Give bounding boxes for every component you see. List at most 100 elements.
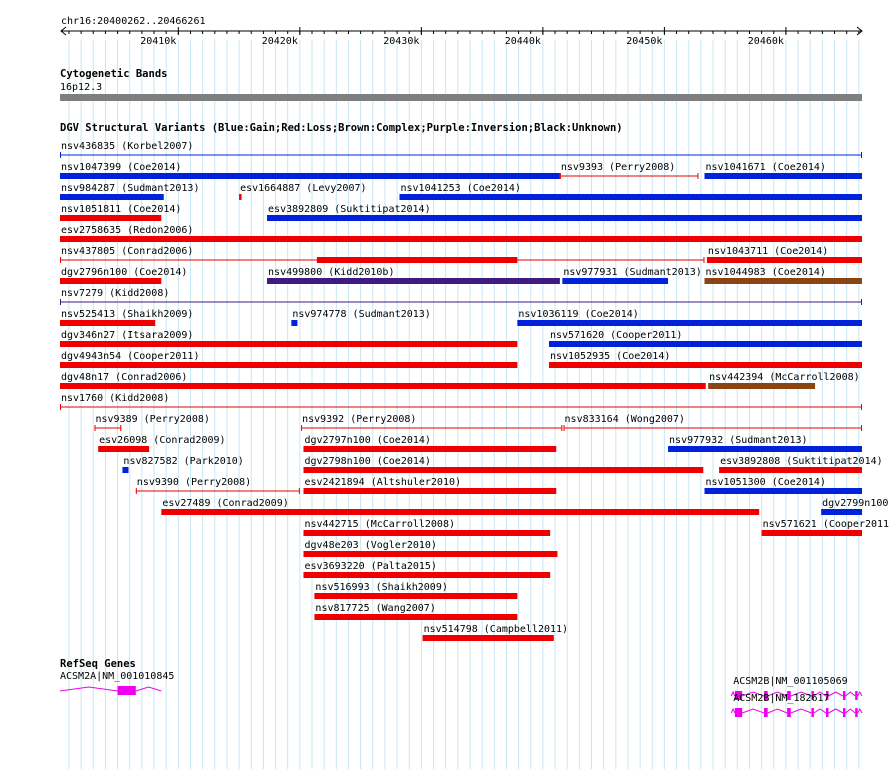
dgv-variant-bar[interactable] <box>706 257 862 263</box>
dgv-variant[interactable]: nsv977932 (Sudmant2013) <box>668 435 862 452</box>
dgv-variant-bar[interactable] <box>122 467 129 473</box>
dgv-variant[interactable]: nsv571620 (Cooper2011) <box>548 330 862 347</box>
dgv-variant[interactable]: nsv442394 (McCarroll2008) <box>708 372 860 389</box>
dgv-variant-label: nsv1052935 (Coe2014) <box>550 351 670 362</box>
dgv-variant[interactable]: nsv977931 (Sudmant2013) <box>562 267 702 284</box>
refseq-gene[interactable]: ACSM2B|NM_182617 <box>730 693 863 717</box>
dgv-variant-bar[interactable] <box>761 530 862 536</box>
dgv-variant[interactable]: dgv48n17 (Conrad2006) <box>60 372 706 389</box>
dgv-variant-bar[interactable] <box>303 572 551 578</box>
refseq-exon <box>734 708 743 717</box>
dgv-variant-bar[interactable] <box>548 362 862 368</box>
dgv-variant-bar[interactable] <box>303 467 704 473</box>
dgv-variant-bar[interactable] <box>303 446 557 452</box>
refseq-intron <box>767 708 788 714</box>
dgv-variant-bar[interactable] <box>719 467 862 473</box>
dgv-variant-bar[interactable] <box>60 383 706 389</box>
dgv-variant-bar[interactable] <box>303 488 557 494</box>
dgv-variant-bar[interactable] <box>548 341 862 347</box>
dgv-variant[interactable]: dgv2799n100 <box>821 498 888 515</box>
dgv-variant-label: esv3693220 (Palta2015) <box>304 561 436 572</box>
dgv-variant[interactable]: nsv525413 (Shaikh2009) <box>60 309 193 326</box>
dgv-variant-bar[interactable] <box>267 215 862 221</box>
dgv-variant[interactable]: nsv1051300 (Coe2014) <box>704 477 862 494</box>
dgv-variant-bar[interactable] <box>314 614 518 620</box>
dgv-variant-label: dgv48e203 (Vogler2010) <box>304 540 436 551</box>
dgv-variant[interactable]: nsv1760 (Kidd2008) <box>60 393 862 410</box>
dgv-variant-label: nsv1041671 (Coe2014) <box>706 162 826 173</box>
dgv-variant-bar[interactable] <box>60 278 162 284</box>
dgv-variant-bar[interactable] <box>562 278 669 284</box>
dgv-variant[interactable]: dgv4943n54 (Cooper2011) <box>60 351 518 368</box>
refseq-exon <box>855 708 858 717</box>
dgv-variant-bar[interactable] <box>60 320 156 326</box>
dgv-variant-bar[interactable] <box>303 551 558 557</box>
dgv-variant[interactable]: nsv817725 (Wang2007) <box>314 603 518 620</box>
dgv-variant-bar[interactable] <box>517 320 862 326</box>
dgv-variant-bar[interactable] <box>98 446 150 452</box>
dgv-variant-bar[interactable] <box>708 383 816 389</box>
dgv-variant-bar[interactable] <box>821 509 862 515</box>
dgv-variant[interactable]: nsv499800 (Kidd2010b) <box>267 267 560 284</box>
dgv-variant-bar[interactable] <box>60 215 162 221</box>
dgv-variant[interactable]: nsv1052935 (Coe2014) <box>548 351 862 368</box>
cytoband-bar[interactable] <box>60 94 862 101</box>
dgv-variant[interactable]: dgv48e203 (Vogler2010) <box>303 540 558 557</box>
dgv-variant-label: nsv817725 (Wang2007) <box>315 603 435 614</box>
dgv-variant-bar[interactable] <box>316 257 518 263</box>
dgv-variant[interactable]: nsv9392 (Perry2008) <box>301 414 563 431</box>
dgv-variant[interactable]: nsv571621 (Cooper2011) <box>761 519 890 536</box>
dgv-variant-bar[interactable] <box>60 362 518 368</box>
dgv-variant-label: nsv442394 (McCarroll2008) <box>709 372 860 383</box>
dgv-variant[interactable]: esv3892808 (Suktitipat2014) <box>719 456 883 473</box>
dgv-variant[interactable]: dgv2798n100 (Coe2014) <box>303 456 704 473</box>
dgv-variant[interactable]: nsv7279 (Kidd2008) <box>60 288 862 305</box>
dgv-variant[interactable]: esv3693220 (Palta2015) <box>303 561 551 578</box>
dgv-variant-bar[interactable] <box>314 593 518 599</box>
dgv-variant-bar[interactable] <box>60 341 518 347</box>
dgv-variant-bar[interactable] <box>60 173 560 179</box>
refseq-track-title: RefSeq Genes <box>60 658 136 670</box>
dgv-variant[interactable]: nsv9389 (Perry2008) <box>94 414 210 431</box>
dgv-variant-bar[interactable] <box>239 194 242 200</box>
dgv-variant-bar[interactable] <box>422 635 554 641</box>
dgv-variant-label: nsv1043711 (Coe2014) <box>708 246 828 257</box>
dgv-variant-bar[interactable] <box>704 488 862 494</box>
dgv-variant-bar[interactable] <box>267 278 560 284</box>
dgv-variant-bar[interactable] <box>303 530 551 536</box>
dgv-variant[interactable]: dgv346n27 (Itsara2009) <box>60 330 518 347</box>
dgv-variant-bar[interactable] <box>399 194 862 200</box>
dgv-variant[interactable]: esv2758635 (Redon2006) <box>60 225 862 242</box>
dgv-variant[interactable]: nsv1051811 (Coe2014) <box>60 204 181 221</box>
dgv-variant-bar[interactable] <box>668 446 862 452</box>
dgv-variant-label: nsv9389 (Perry2008) <box>95 414 209 425</box>
dgv-variant-label: esv27489 (Conrad2009) <box>162 498 288 509</box>
dgv-variant-bar[interactable] <box>60 194 164 200</box>
dgv-variant[interactable]: esv27489 (Conrad2009) <box>161 498 760 515</box>
dgv-variant-bar[interactable] <box>704 173 862 179</box>
dgv-variant[interactable]: esv3892809 (Suktitipat2014) <box>267 204 862 221</box>
refseq-intron <box>790 708 812 714</box>
dgv-variant[interactable]: nsv436835 (Korbel2007) <box>60 141 862 158</box>
dgv-variant[interactable]: dgv2796n100 (Coe2014) <box>60 267 187 284</box>
dgv-variant-bar[interactable] <box>291 320 298 326</box>
dgv-variant[interactable]: nsv1044983 (Coe2014) <box>704 267 862 284</box>
dgv-variant[interactable]: esv26098 (Conrad2009) <box>98 435 226 452</box>
cytoband-track-title: Cytogenetic Bands <box>60 68 167 80</box>
dgv-variant[interactable]: nsv516993 (Shaikh2009) <box>314 582 518 599</box>
refseq-exon <box>855 691 858 700</box>
dgv-variant[interactable]: nsv442715 (McCarroll2008) <box>303 519 551 536</box>
dgv-variant-bar[interactable] <box>161 509 760 515</box>
dgv-variant-bar[interactable] <box>60 236 862 242</box>
dgv-variant[interactable]: nsv1047399 (Coe2014) <box>60 162 560 179</box>
dgv-variant[interactable]: nsv9393 (Perry2008) <box>559 162 699 179</box>
dgv-variant[interactable]: nsv1041253 (Coe2014) <box>399 183 862 200</box>
dgv-variant[interactable]: nsv1041671 (Coe2014) <box>704 162 862 179</box>
dgv-variant[interactable]: nsv437805 (Conrad2006) <box>60 246 705 263</box>
dgv-variant[interactable]: nsv514798 (Campbell2011) <box>422 624 569 641</box>
refseq-intron <box>742 708 765 714</box>
dgv-variant-bar[interactable] <box>704 278 862 284</box>
dgv-variant[interactable]: esv1664887 (Levy2007) <box>239 183 367 200</box>
dgv-variant[interactable]: nsv1043711 (Coe2014) <box>706 246 862 263</box>
dgv-variant[interactable]: nsv827582 (Park2010) <box>122 456 244 473</box>
